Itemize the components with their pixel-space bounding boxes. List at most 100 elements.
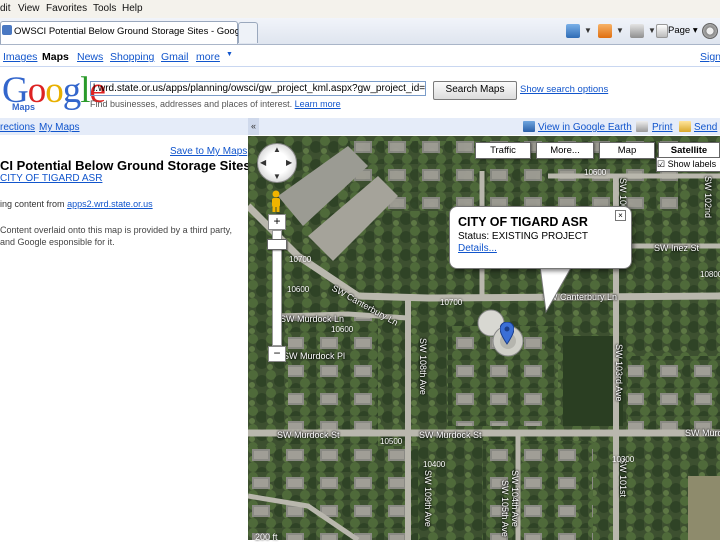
house-number: 10700 <box>440 298 463 307</box>
gbar-more[interactable]: more <box>196 51 220 63</box>
pan-up-icon[interactable]: ▲ <box>273 145 281 154</box>
house-number: 10500 <box>380 437 403 446</box>
new-tab-button[interactable] <box>238 22 258 43</box>
house-number: 10600 <box>331 325 354 334</box>
pan-control[interactable]: ▲ ▼ ◀ ▶ <box>257 143 297 183</box>
show-labels-toggle[interactable]: ☑ Show labels <box>656 157 720 172</box>
zoom-out-button[interactable]: − <box>268 346 286 362</box>
sign-in-link[interactable]: Sign <box>700 51 720 63</box>
page-menu[interactable]: Page ▾ <box>668 25 698 36</box>
search-input[interactable]: l.wrd.state.or.us/apps/planning/owsci/gw… <box>90 81 426 96</box>
content-source-label: ing content from <box>0 199 65 209</box>
house-number: 10800 <box>700 270 720 279</box>
print-map-icon <box>636 121 648 132</box>
street-label-105th: SW 105th Ave <box>500 480 510 537</box>
tools-gear-icon[interactable] <box>702 23 718 39</box>
satellite-map[interactable] <box>248 136 720 540</box>
traffic-button[interactable]: Traffic <box>475 142 531 159</box>
street-label-murdock-st-left: SW Murdock St <box>277 430 340 440</box>
gbar-images[interactable]: Images <box>3 51 37 63</box>
info-window-status: Status: EXISTING PROJECT <box>458 231 589 242</box>
street-label-103rd: SW 103rd Ave <box>614 344 624 402</box>
menu-tools[interactable]: Tools <box>93 3 116 14</box>
tab-title: OWSCI Potential Below Ground Storage Sit… <box>14 26 254 37</box>
satellite-imagery <box>248 136 720 540</box>
street-label-102nd: SW 102nd <box>703 176 713 219</box>
house-number: 10400 <box>423 460 446 469</box>
pan-right-icon[interactable]: ▶ <box>286 158 292 167</box>
close-icon[interactable]: × <box>615 210 626 221</box>
house-number: 10300 <box>612 455 635 464</box>
tab-directions[interactable]: rections <box>0 122 35 133</box>
street-label-109th: SW 109th Ave <box>423 470 433 527</box>
pan-down-icon[interactable]: ▼ <box>273 172 281 181</box>
map-title: CI Potential Below Ground Storage Sites <box>0 158 251 173</box>
page-menu-label: Page <box>668 25 691 36</box>
menu-favorites[interactable]: Favorites <box>46 3 87 14</box>
google-maps-logo[interactable]: Google Maps <box>2 72 106 113</box>
gbar-shopping[interactable]: Shopping <box>110 51 154 63</box>
left-panel-tabs: rections My Maps <box>0 118 248 135</box>
search-hint-text: Find businesses, addresses and places of… <box>90 99 293 109</box>
logo-maps-label: Maps <box>12 102 36 112</box>
map-marker-icon[interactable] <box>500 322 514 346</box>
info-window-details-link[interactable]: Details... <box>458 243 497 254</box>
street-label-murdock-ln: SW Murdock Ln <box>280 314 345 324</box>
google-bar: Images Maps News Shopping Gmail more ▼ S… <box>0 46 720 67</box>
search-maps-button[interactable]: Search Maps <box>433 81 517 100</box>
map-toolbar <box>259 118 720 135</box>
map-view-button[interactable]: Map <box>599 142 655 159</box>
house-number: 10600 <box>584 168 607 177</box>
content-source: ing content from apps2.wrd.state.or.us <box>0 199 153 209</box>
page-icon[interactable] <box>656 24 668 38</box>
search-hint: Find businesses, addresses and places of… <box>90 99 341 109</box>
street-label-murdock-st-mid: SW Murdock St <box>419 430 482 440</box>
more-chevron-icon[interactable]: ▼ <box>226 51 233 58</box>
checkbox-icon: ☑ <box>657 159 666 169</box>
print-icon[interactable] <box>630 24 644 38</box>
content-source-link[interactable]: apps2.wrd.state.or.us <box>67 199 153 209</box>
send-mail-icon <box>679 121 691 132</box>
feeds-icon[interactable] <box>598 24 612 38</box>
learn-more-link[interactable]: Learn more <box>295 99 341 109</box>
menu-edit[interactable]: dit <box>0 3 11 14</box>
tab-my-maps[interactable]: My Maps <box>39 122 80 133</box>
save-to-my-maps-link[interactable]: Save to My Maps <box>170 146 247 157</box>
map-subtitle-link[interactable]: CITY OF TIGARD ASR <box>0 173 102 184</box>
popup-pointer <box>540 266 573 314</box>
street-label-murdock-pl: SW Murdock Pl <box>283 351 346 361</box>
street-label-104th: SW 104th Ave <box>510 470 520 527</box>
pegman-icon[interactable] <box>270 190 282 212</box>
more-layers-button[interactable]: More... <box>536 142 594 159</box>
print-dropdown-icon[interactable]: ▼ <box>648 26 656 35</box>
home-icon[interactable] <box>566 24 580 38</box>
house-number: 10700 <box>289 255 312 264</box>
collapse-panel-button[interactable]: « <box>248 118 259 135</box>
pan-left-icon[interactable]: ◀ <box>260 158 266 167</box>
street-label-108th: SW 108th Ave <box>418 338 428 395</box>
house-number: 10600 <box>287 285 310 294</box>
gbar-gmail[interactable]: Gmail <box>161 51 188 63</box>
show-labels-label: Show labels <box>667 159 717 169</box>
menu-bar: dit View Favorites Tools Help <box>0 0 720 18</box>
info-window-title: CITY OF TIGARD ASR <box>458 215 588 229</box>
print-map-link[interactable]: Print <box>652 122 673 133</box>
street-label-murdock-st-right: SW Murdock <box>685 428 720 438</box>
favicon-icon <box>2 25 12 35</box>
menu-view[interactable]: View <box>18 3 40 14</box>
zoom-slider-handle[interactable] <box>267 239 287 250</box>
disclaimer-text: Content overlaid onto this map is provid… <box>0 225 232 247</box>
google-earth-icon <box>523 121 535 132</box>
gbar-maps: Maps <box>42 51 69 63</box>
zoom-in-button[interactable]: + <box>268 214 286 230</box>
street-label-inez: SW Inez St <box>654 243 700 253</box>
send-link[interactable]: Send <box>694 122 717 133</box>
home-dropdown-icon[interactable]: ▼ <box>584 26 592 35</box>
menu-help[interactable]: Help <box>122 3 143 14</box>
gbar-news[interactable]: News <box>77 51 103 63</box>
feeds-dropdown-icon[interactable]: ▼ <box>616 26 624 35</box>
show-search-options-link[interactable]: Show search options <box>520 84 608 95</box>
view-in-google-earth-link[interactable]: View in Google Earth <box>538 122 632 133</box>
scale-bar: 200 ft <box>255 532 278 542</box>
left-panel <box>0 136 248 540</box>
